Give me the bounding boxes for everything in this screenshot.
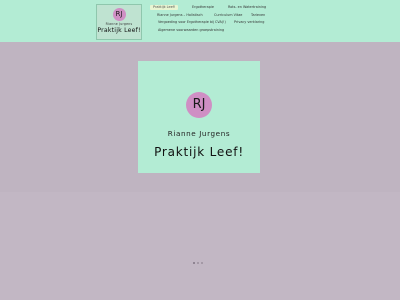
nav-item-privacy-verklaring[interactable]: Privacy verklaring — [234, 20, 264, 25]
slider-dots — [193, 249, 205, 264]
nav-item-praktijk-leef[interactable]: Praktijk Leef! — [150, 5, 179, 10]
nav-item-tarieven[interactable]: Tarieven — [251, 13, 265, 18]
nav-item-algemene-voorwaarden[interactable]: Algemene voorwaarden groepstraining — [158, 28, 224, 33]
logo-brand: Praktijk Leef! — [97, 27, 141, 34]
logo-initials-badge: RJ — [112, 8, 126, 21]
hero-initials-badge: RJ — [186, 92, 212, 118]
nav-item-curriculum-vitae[interactable]: Curriculum Vitae — [214, 13, 242, 18]
slider-dot-1[interactable] — [193, 262, 195, 264]
hero-brand: Praktijk Leef! — [154, 145, 244, 159]
slider-dot-3[interactable] — [201, 262, 203, 264]
site-logo[interactable]: RJ Rianne Jurgens Praktijk Leef! — [96, 4, 142, 40]
slider-dot-2[interactable] — [197, 262, 199, 264]
nav-item-rots-en-watertraining[interactable]: Rots- en Watertraining — [228, 5, 266, 10]
site-header: RJ Rianne Jurgens Praktijk Leef! Praktij… — [0, 0, 400, 42]
nav-item-vergoeding-ergotherapie[interactable]: Vergoeding voor Ergotherapie bij CVA(!) — [158, 20, 226, 25]
nav-item-ergotherapie[interactable]: Ergotherapie — [192, 5, 214, 10]
nav-item-rianne-jurgens-holistisch[interactable]: Rianne Jurgens – Holistisch — [157, 13, 203, 18]
hero-name: Rianne Jurgens — [167, 129, 231, 138]
logo-name: Rianne Jurgens — [105, 22, 133, 26]
